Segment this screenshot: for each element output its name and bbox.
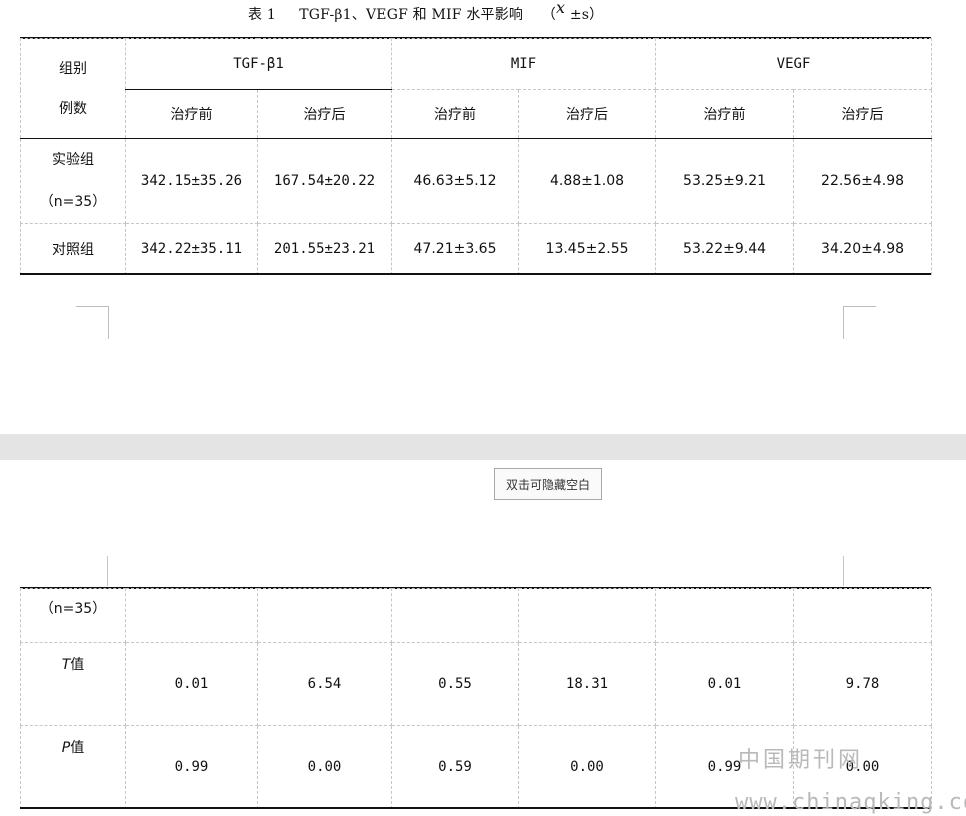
table-row: 实验组 （n=35） 342.15±35.26 167.54±20.22 46.… [20, 138, 933, 224]
table-cell: 0.59 [391, 725, 519, 809]
row-label-n: （n=35） [20, 588, 126, 643]
group-header-cell: 组别 例数 [20, 38, 126, 139]
table-cell: 0.99 [125, 725, 258, 809]
table-cell [655, 588, 794, 643]
page-corner-mark-right [843, 306, 876, 339]
top-table-bottom-rule [20, 273, 931, 275]
table-cell: 342.15±35.26 [125, 138, 258, 224]
row-label-t: T值 [20, 642, 126, 726]
sub-header-cell: 治疗前 [655, 89, 795, 139]
table-cell [125, 588, 258, 643]
table-cell [391, 588, 519, 643]
table-caption: 表 1 TGF-β1、VEGF 和 MIF 水平影响 （x ±s） [248, 0, 604, 24]
table-cell [518, 588, 656, 643]
t-suffix: 值 [70, 657, 85, 673]
sub-header-cell: 治疗后 [256, 89, 393, 139]
table-cell: 18.31 [518, 642, 656, 726]
caption-label: 表 1 [248, 7, 276, 23]
sub-header-cell: 治疗前 [125, 89, 258, 139]
row-label-control: 对照组 [20, 223, 126, 275]
page-corner-mark-left [76, 306, 109, 339]
hide-blank-button[interactable]: 双击可隐藏空白 [494, 468, 602, 500]
margin-guide-left [107, 556, 108, 586]
row-label-experimental: 实验组 （n=35） [20, 138, 126, 224]
p-suffix: 值 [70, 740, 85, 756]
row-label-p: P值 [20, 725, 126, 809]
col-group-tgf: TGF-β1 [124, 38, 393, 90]
col-group-mif: MIF [391, 38, 657, 90]
table-row: （n=35） [20, 588, 932, 643]
t-letter: T [61, 657, 71, 673]
table-cell: 342.22±35.11 [125, 223, 258, 275]
table-cell: 53.25±9.21 [655, 138, 795, 224]
results-table-top: 组别 例数 TGF-β1 MIF VEGF 治疗前 治疗后 治疗前 治疗后 治疗… [20, 38, 933, 275]
table-cell: 47.21±3.65 [391, 223, 520, 275]
margin-guide-right [843, 556, 844, 586]
col-group-vegf: VEGF [655, 38, 933, 90]
table-row: 对照组 342.22±35.11 201.55±23.21 47.21±3.65… [20, 223, 933, 275]
watermark-url: www.chinaqking.com [735, 790, 966, 815]
table-cell: 4.88±1.08 [518, 138, 657, 224]
row-label-line2: （n=35） [39, 194, 107, 210]
sub-header-cell: 治疗后 [518, 89, 657, 139]
row-label-line1: 实验组 [52, 152, 94, 168]
table-cell: 201.55±23.21 [256, 223, 393, 275]
table-cell: 34.20±4.98 [793, 223, 933, 275]
table-cell: 0.00 [257, 725, 392, 809]
p-letter: P [61, 740, 71, 756]
table-cell: 9.78 [793, 642, 932, 726]
group-header-line2: 例数 [59, 100, 87, 117]
table-cell: 53.22±9.44 [655, 223, 795, 275]
table-cell [793, 588, 932, 643]
results-table-continued: （n=35） T值 0.01 6.54 0.55 18.31 0.01 9.78… [20, 588, 932, 809]
caption-title: TGF-β1、VEGF 和 MIF 水平影响 [299, 7, 524, 23]
caption-open-paren: （ [541, 7, 556, 23]
table-cell [257, 588, 392, 643]
table-row: T值 0.01 6.54 0.55 18.31 0.01 9.78 [20, 642, 932, 726]
table-cell: 0.01 [655, 642, 794, 726]
mean-symbol: x [555, 0, 566, 17]
table-cell: 0.01 [125, 642, 258, 726]
sub-header-cell: 治疗后 [793, 89, 933, 139]
watermark-title: 中国期刊网 [738, 748, 864, 773]
table-cell: 6.54 [257, 642, 392, 726]
group-header-line1: 组别 [59, 60, 87, 77]
table-cell: 0.55 [391, 642, 519, 726]
page-gap [0, 434, 966, 460]
table-cell: 167.54±20.22 [256, 138, 393, 224]
table-cell: 0.00 [518, 725, 656, 809]
sub-header-cell: 治疗前 [391, 89, 520, 139]
table-cell: 22.56±4.98 [793, 138, 933, 224]
table-cell: 46.63±5.12 [391, 138, 520, 224]
caption-suffix: ±s） [569, 7, 604, 23]
table-cell: 13.45±2.55 [518, 223, 657, 275]
